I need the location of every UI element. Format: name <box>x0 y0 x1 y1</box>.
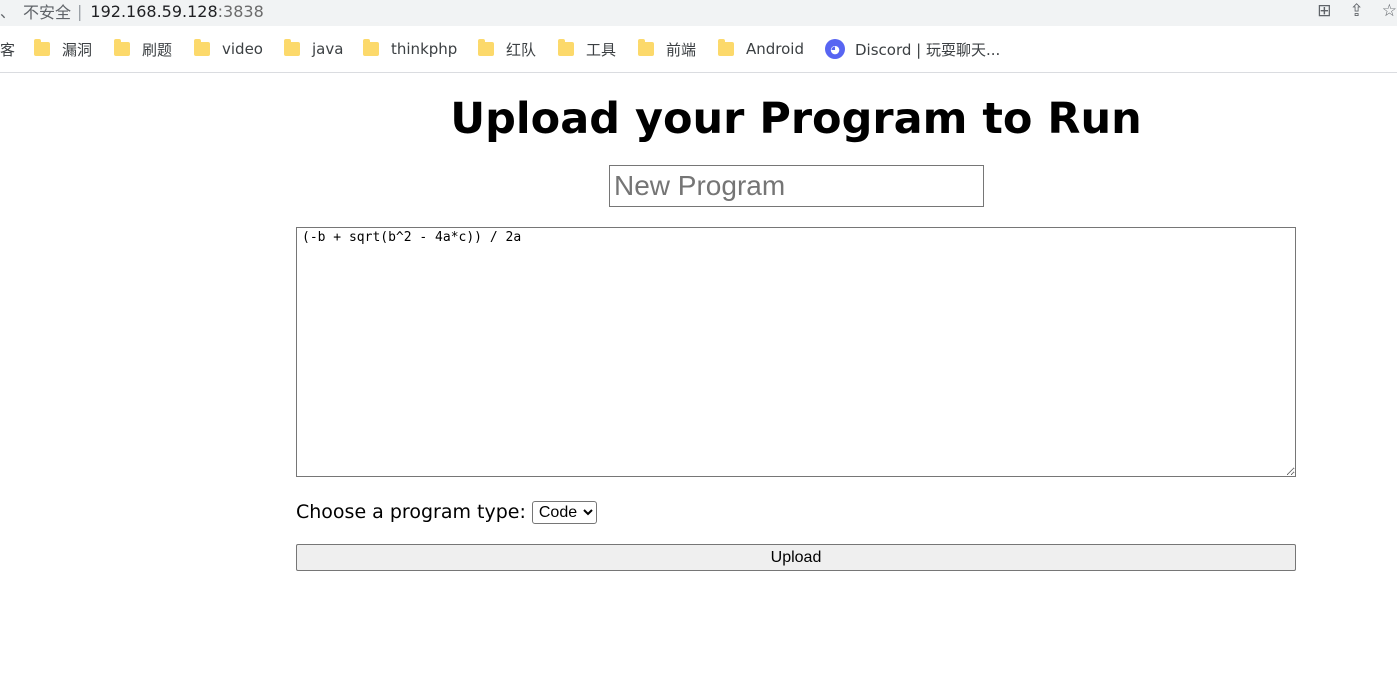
bookmark-label: 刷题 <box>142 40 173 59</box>
truncated-left-glyph: 、 <box>0 2 16 21</box>
url-host: 192.168.59.128 <box>90 1 218 21</box>
bookmarks-bar: 客 漏洞 刷题 video java thinkphp 红队 工具 前端 And… <box>0 28 1397 73</box>
program-type-row: Choose a program type: Code <box>296 499 597 525</box>
bookmark-label: thinkphp <box>391 40 458 58</box>
address-separator: | <box>77 1 83 21</box>
bookmark-label: 红队 <box>506 40 537 59</box>
bookmark-folder-6[interactable]: 红队 <box>478 38 536 60</box>
bookmark-label: 前端 <box>666 40 697 59</box>
bookmark-folder-1[interactable]: 漏洞 <box>34 38 92 60</box>
url-port: :3838 <box>217 1 264 21</box>
not-secure-label[interactable]: 不安全 <box>23 0 71 23</box>
bookmark-star-icon[interactable]: ☆ <box>1382 0 1397 22</box>
bookmark-folder-3[interactable]: video <box>194 38 263 60</box>
bookmark-label: 漏洞 <box>62 40 93 59</box>
discord-icon: ◕ <box>825 39 845 59</box>
bookmark-partial-label: 客 <box>0 40 16 59</box>
program-type-label: Choose a program type: <box>296 501 526 523</box>
folder-icon <box>114 39 130 56</box>
folder-icon <box>718 39 734 56</box>
bookmark-folder-7[interactable]: 工具 <box>558 38 616 60</box>
bookmark-folder-9[interactable]: Android <box>718 38 804 60</box>
bookmark-folder-8[interactable]: 前端 <box>638 38 696 60</box>
share-icon[interactable]: ⇪ <box>1350 0 1364 22</box>
program-type-select[interactable]: Code <box>531 500 597 524</box>
bookmark-folder-5[interactable]: thinkphp <box>363 38 457 60</box>
folder-icon <box>284 39 300 56</box>
program-name-input[interactable] <box>609 165 984 207</box>
translate-icon[interactable]: ⊞ <box>1317 0 1331 22</box>
bookmark-label: 工具 <box>586 40 617 59</box>
bookmark-discord[interactable]: ◕ Discord | 玩耍聊天... <box>825 38 1000 60</box>
bookmark-partial[interactable]: 客 <box>0 38 15 60</box>
upload-button[interactable]: Upload <box>296 544 1296 571</box>
folder-icon <box>194 39 210 56</box>
folder-icon <box>638 39 654 56</box>
folder-icon <box>558 39 574 56</box>
address-text[interactable]: 、 不安全 | 192.168.59.128 :3838 <box>0 0 264 23</box>
bookmark-folder-2[interactable]: 刷题 <box>114 38 172 60</box>
program-code-textarea[interactable]: (-b + sqrt(b^2 - 4a*c)) / 2a <box>296 227 1296 477</box>
folder-icon <box>363 39 379 56</box>
bookmark-label: java <box>312 40 344 58</box>
page-title: Upload your Program to Run <box>450 94 1142 144</box>
address-bar[interactable]: 、 不安全 | 192.168.59.128 :3838 ⊞ ⇪ ☆ <box>0 0 1397 26</box>
bookmark-folder-4[interactable]: java <box>284 38 343 60</box>
folder-icon <box>34 39 50 56</box>
bookmark-label: Android <box>746 40 804 58</box>
bookmark-label: Discord | 玩耍聊天... <box>855 40 1001 59</box>
bookmark-label: video <box>222 40 263 58</box>
folder-icon <box>478 39 494 56</box>
